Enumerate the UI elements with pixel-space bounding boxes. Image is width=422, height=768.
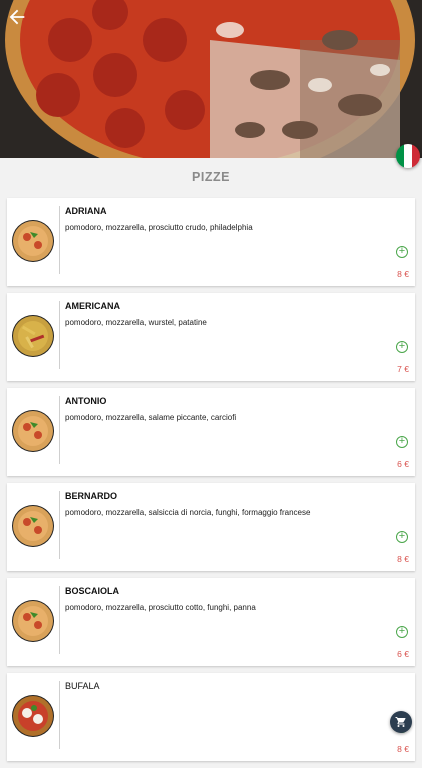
add-icon[interactable]: +: [396, 341, 408, 353]
item-name: BERNARDO: [65, 491, 118, 501]
add-icon[interactable]: +: [396, 626, 408, 638]
item-description: pomodoro, mozzarella, prosciutto crudo, …: [65, 223, 253, 232]
menu-item-card[interactable]: ADRIANA pomodoro, mozzarella, prosciutto…: [7, 198, 415, 286]
pizza-thumbnail: [12, 410, 54, 452]
item-price: 8 €: [397, 744, 409, 754]
item-price: 7 €: [397, 364, 409, 374]
item-price: 8 €: [397, 269, 409, 279]
back-button[interactable]: [6, 6, 28, 28]
divider: [59, 491, 60, 559]
divider: [59, 586, 60, 654]
item-description: pomodoro, mozzarella, salame piccante, c…: [65, 413, 237, 422]
divider: [59, 681, 60, 749]
pizza-thumbnail: [12, 220, 54, 262]
add-icon[interactable]: +: [396, 246, 408, 258]
pizza-thumbnail: [12, 505, 54, 547]
item-name: BUFALA: [65, 681, 100, 691]
section-title: PIZZE: [192, 170, 230, 184]
menu-item-card[interactable]: BUFALA + 8 €: [7, 673, 415, 761]
menu-item-card[interactable]: BERNARDO pomodoro, mozzarella, salsiccia…: [7, 483, 415, 571]
divider: [59, 206, 60, 274]
menu-item-card[interactable]: ANTONIO pomodoro, mozzarella, salame pic…: [7, 388, 415, 476]
add-icon[interactable]: +: [396, 531, 408, 543]
item-description: pomodoro, mozzarella, prosciutto cotto, …: [65, 603, 256, 612]
cart-button[interactable]: [390, 711, 412, 733]
menu-item-card[interactable]: AMERICANA pomodoro, mozzarella, wurstel,…: [7, 293, 415, 381]
item-name: ANTONIO: [65, 396, 107, 406]
item-description: pomodoro, mozzarella, salsiccia di norci…: [65, 508, 311, 517]
item-price: 6 €: [397, 649, 409, 659]
divider: [59, 301, 60, 369]
italian-flag-icon[interactable]: [396, 144, 420, 168]
shopping-cart-icon: [395, 717, 406, 727]
arrow-left-icon: [9, 9, 25, 25]
menu-list: ADRIANA pomodoro, mozzarella, prosciutto…: [7, 198, 415, 768]
hero-pizza-image: [0, 0, 422, 158]
flag-white-stripe: [404, 144, 412, 168]
pizza-thumbnail: [12, 600, 54, 642]
item-price: 6 €: [397, 459, 409, 469]
pizza-thumbnail: [12, 315, 54, 357]
item-name: AMERICANA: [65, 301, 120, 311]
item-price: 8 €: [397, 554, 409, 564]
item-name: BOSCAIOLA: [65, 586, 119, 596]
item-description: pomodoro, mozzarella, wurstel, patatine: [65, 318, 207, 327]
pizza-thumbnail: [12, 695, 54, 737]
menu-item-card[interactable]: BOSCAIOLA pomodoro, mozzarella, prosciut…: [7, 578, 415, 666]
divider: [59, 396, 60, 464]
item-name: ADRIANA: [65, 206, 107, 216]
add-icon[interactable]: +: [396, 436, 408, 448]
